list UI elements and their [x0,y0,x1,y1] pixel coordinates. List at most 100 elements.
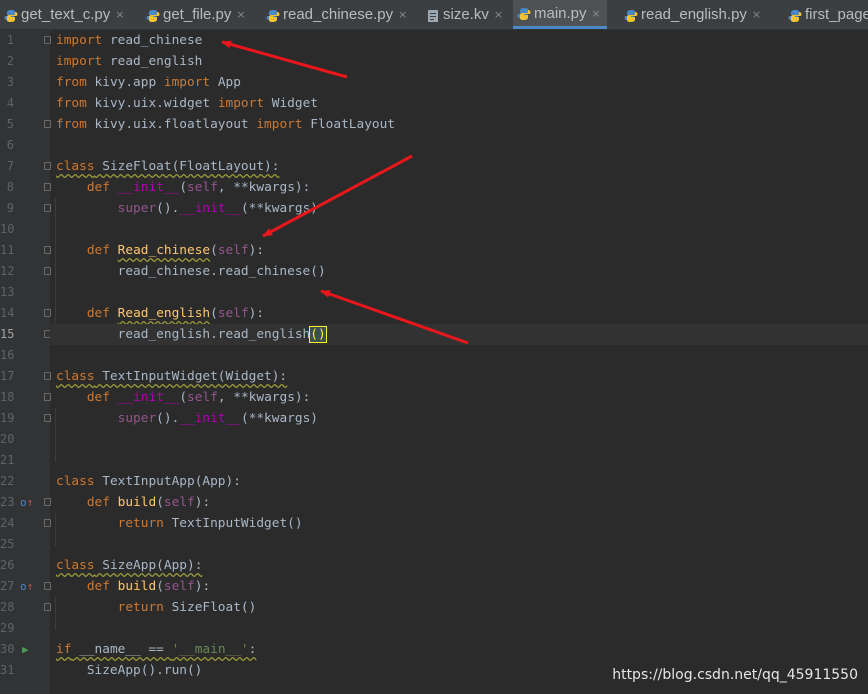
override-method-icon[interactable]: o↑ [20,576,33,597]
code-line[interactable]: def __init__(self, **kwargs): [50,387,868,408]
code-line[interactable] [50,429,868,450]
code-line[interactable]: from kivy.app import App [50,72,868,93]
code-line[interactable]: from kivy.uix.floatlayout import FloatLa… [50,114,868,135]
code-line[interactable]: return TextInputWidget() [50,513,868,534]
close-icon[interactable]: × [115,8,124,21]
code-token: class [56,474,95,489]
code-line[interactable]: def build(self): [50,576,868,597]
python-file-icon [517,6,531,20]
close-icon[interactable]: × [494,8,503,21]
code-line[interactable]: read_english.read_english() [50,324,868,345]
code-token: import [217,96,265,111]
code-line[interactable] [50,345,868,366]
code-editor[interactable]: import read_chinese import read_english fr… [50,30,868,694]
run-icon[interactable]: ▶ [22,639,29,660]
code-line[interactable]: read_chinese.read_chinese() [50,261,868,282]
code-text: def build(self): [56,492,210,513]
code-token: , **kwargs): [217,390,311,405]
line-number: 20 [0,432,15,446]
code-line[interactable]: import read_chinese [50,30,868,51]
code-token: ): [248,306,265,321]
override-method-icon[interactable]: o↑ [20,492,33,513]
code-token: : [248,642,257,657]
code-line[interactable]: def __init__(self, **kwargs): [50,177,868,198]
code-token: self [187,180,218,195]
code-line[interactable]: return SizeFloat() [50,597,868,618]
code-token: def [86,306,110,321]
code-line[interactable]: def Read_english(self): [50,303,868,324]
code-line[interactable]: class TextInputWidget(Widget): [50,366,868,387]
code-text: def Read_english(self): [56,303,264,324]
line-number: 17 [0,369,15,383]
code-token: def [86,579,110,594]
code-token: (**kwargs) [240,201,318,216]
code-token: from [56,117,87,132]
line-number: 22 [0,474,15,488]
code-token: TextInputWidget() [163,516,303,531]
tab-label: read_chinese.py [283,6,394,23]
code-line[interactable]: class SizeApp(App): [50,555,868,576]
gutter-row: 2 [0,51,50,72]
code-token: SizeFloat(FloatLayout): [94,159,280,174]
gutter-row: 31 [0,660,50,681]
code-line[interactable]: def build(self): [50,492,868,513]
close-icon[interactable]: × [592,7,601,20]
code-line[interactable] [50,618,868,639]
code-text: from kivy.app import App [56,72,241,93]
code-line[interactable]: from kivy.uix.widget import Widget [50,93,868,114]
line-number: 16 [0,348,15,362]
gutter-row: 11 [0,240,51,261]
gutter-row: 16 [0,345,50,366]
line-number: 30 [0,642,15,656]
code-line[interactable] [50,219,868,240]
gutter-row: 24 [0,513,51,534]
code-token: ): [194,579,211,594]
line-number: 21 [0,453,15,467]
code-line[interactable]: super().__init__(**kwargs) [50,408,868,429]
close-icon[interactable]: × [398,8,407,21]
tab-main-py[interactable]: main.py × [513,0,607,29]
tab-size-kv[interactable]: size.kv × [422,0,509,29]
code-token: TextInputWidget(Widget): [94,369,288,384]
code-token: __init__ [117,390,180,405]
gutter-row: 12 [0,261,51,282]
code-line[interactable]: super().__init__(**kwargs) [50,198,868,219]
code-token: () [309,326,327,343]
code-token: return [117,516,164,531]
python-file-icon [788,8,802,22]
tab-get-text-c-py[interactable]: get_text_c.py × [0,0,130,29]
code-line[interactable] [50,282,868,303]
close-icon[interactable]: × [236,8,245,21]
code-token: ): [248,243,265,258]
code-token: if [56,642,72,657]
code-line[interactable]: import read_english [50,51,868,72]
code-token: return [117,600,164,615]
tab-read-english-py[interactable]: read_english.py × [620,0,767,29]
close-icon[interactable]: × [752,8,761,21]
code-line[interactable]: class SizeFloat(FloatLayout): [50,156,868,177]
code-line[interactable] [50,135,868,156]
tab-get-file-py[interactable]: get_file.py × [142,0,252,29]
code-token: def [86,390,110,405]
code-token: def [86,243,110,258]
tab-first-page[interactable]: first_page [784,0,868,29]
code-line[interactable] [50,450,868,471]
code-text: def build(self): [56,576,210,597]
line-number: 8 [6,180,14,194]
tab-read-chinese-py[interactable]: read_chinese.py × [262,0,413,29]
code-text: from kivy.uix.widget import Widget [56,93,318,114]
line-number: 14 [0,306,15,320]
line-number: 26 [0,558,15,572]
code-token: SizeApp().run() [56,663,203,678]
code-line[interactable]: class TextInputApp(App): [50,471,868,492]
code-line[interactable]: def Read_chinese(self): [50,240,868,261]
code-text: read_english.read_english() [56,324,327,345]
code-line[interactable] [50,534,868,555]
code-line[interactable]: if __name__ == '__main__': [50,639,868,660]
